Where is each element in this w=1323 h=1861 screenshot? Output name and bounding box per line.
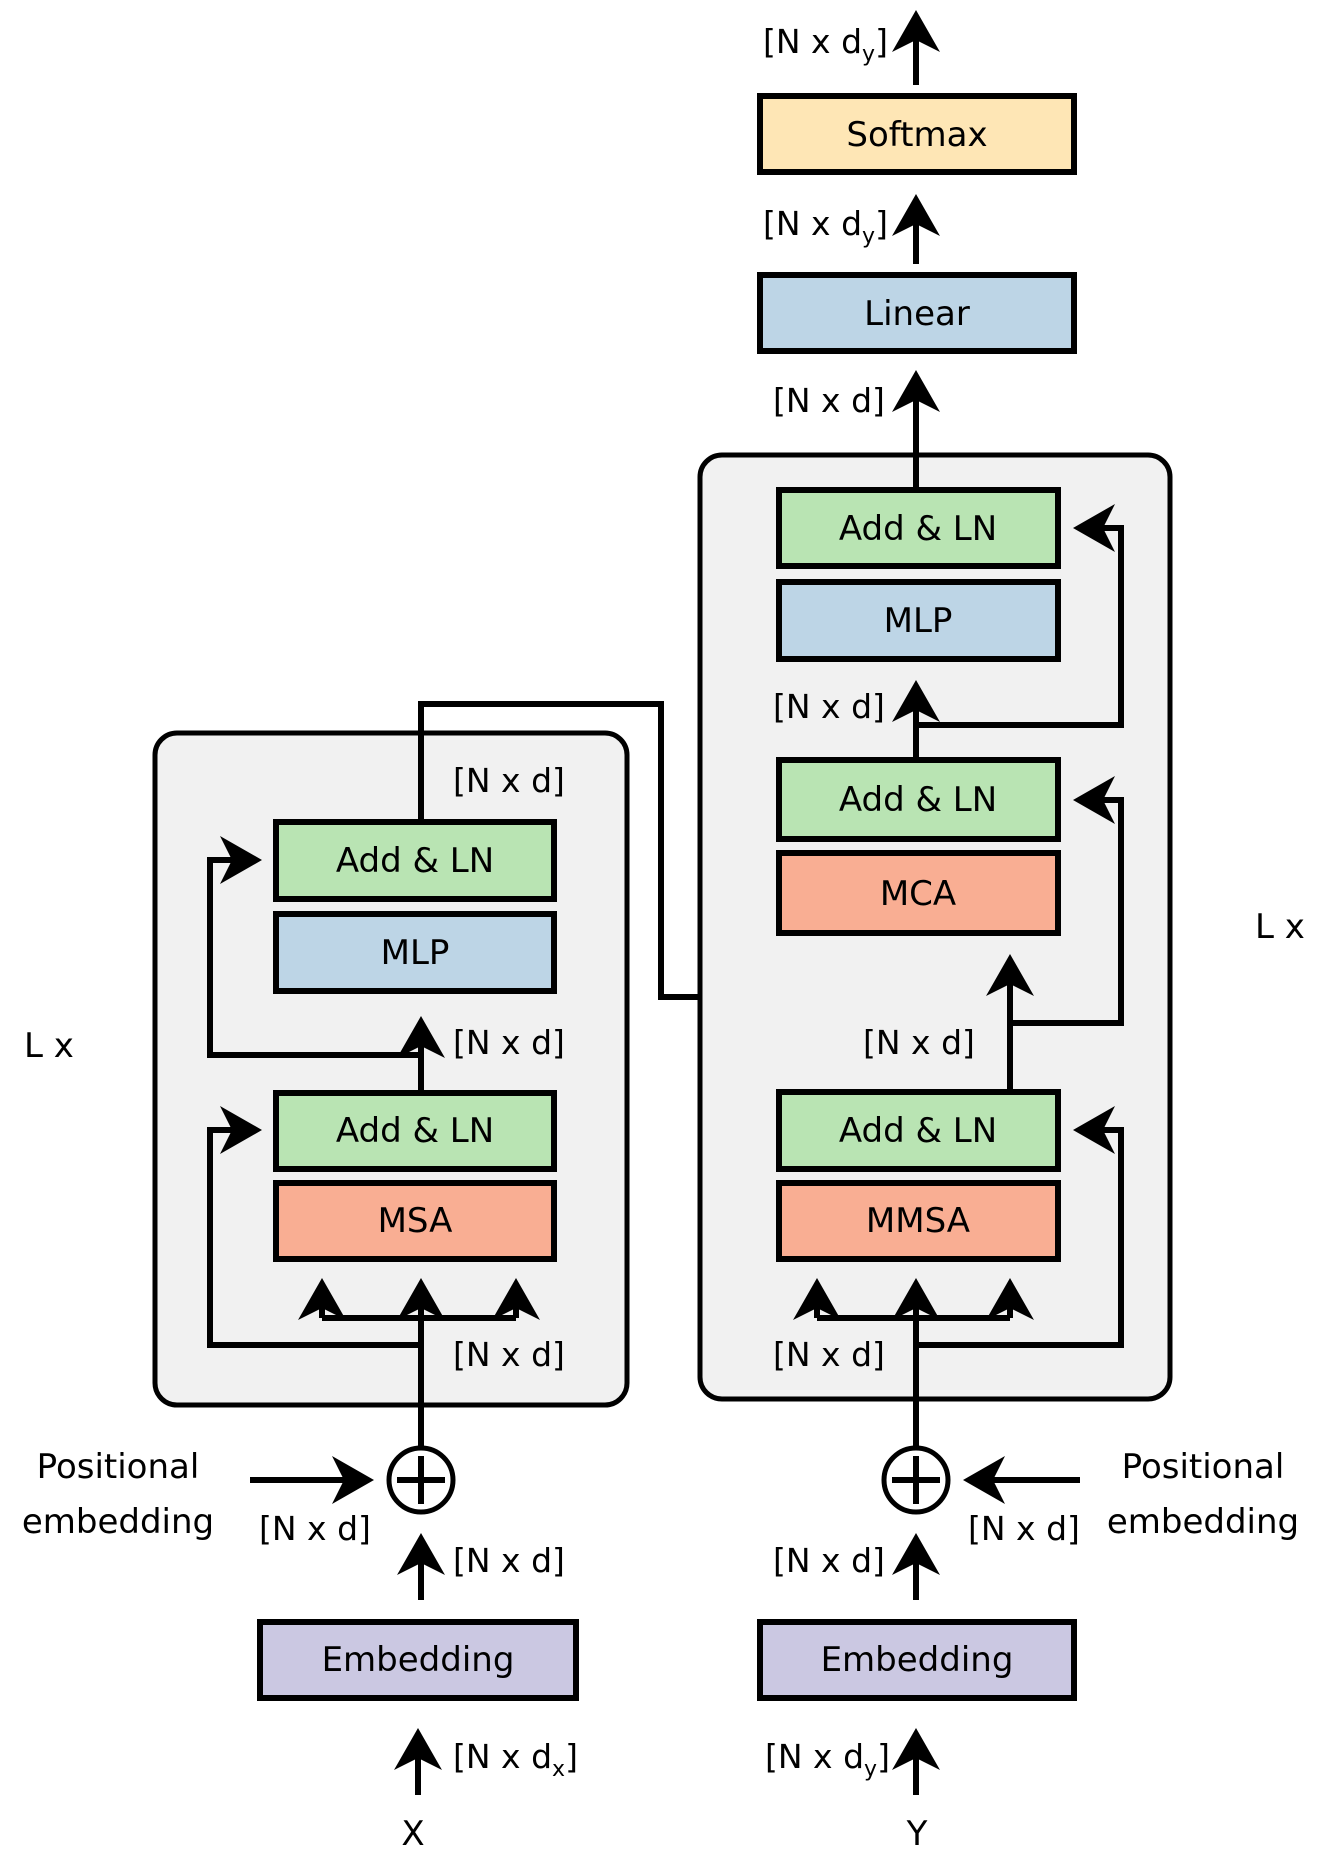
decoder-output-dim: [N x d] xyxy=(773,381,885,420)
decoder-add-positional-icon xyxy=(881,1445,951,1515)
encoder-positional-label-1: Positional xyxy=(37,1447,200,1487)
encoder-output-dim: [N x d] xyxy=(453,761,565,800)
decoder-repeat-label: L x xyxy=(1255,907,1305,947)
decoder-positional-label-2: embedding xyxy=(1107,1502,1299,1542)
encoder-input-label: X xyxy=(401,1814,424,1854)
decoder-add-ln-1-label: Add & LN xyxy=(839,1111,997,1151)
decoder-mlp-label: MLP xyxy=(884,601,953,641)
transformer-diagram: L x Add & LN MLP Add & LN MSA [N x d] [N… xyxy=(22,10,1305,1854)
decoder-mmsa-label: MMSA xyxy=(866,1201,970,1241)
encoder-positional-label-2: embedding xyxy=(22,1502,214,1542)
encoder-add-ln-1-label: Add & LN xyxy=(336,1111,494,1151)
linear-label: Linear xyxy=(864,294,970,334)
encoder-input-dim: [N x dx] xyxy=(453,1737,578,1782)
decoder-embedding-out-dim: [N x d] xyxy=(773,1541,885,1580)
encoder-positional-dim: [N x d] xyxy=(259,1509,371,1548)
encoder-mlp-label: MLP xyxy=(381,933,450,973)
softmax-label: Softmax xyxy=(846,115,987,155)
encoder-embedding-out-dim: [N x d] xyxy=(453,1541,565,1580)
decoder-input-label: Y xyxy=(906,1814,928,1854)
decoder-mlp-in-dim: [N x d] xyxy=(773,687,885,726)
encoder-mlp-in-dim: [N x d] xyxy=(453,1023,565,1062)
encoder-add-positional-icon xyxy=(386,1445,456,1515)
encoder-msa-label: MSA xyxy=(378,1201,453,1241)
decoder-add-ln-3-label: Add & LN xyxy=(839,509,997,549)
encoder-attn-in-dim: [N x d] xyxy=(453,1335,565,1374)
decoder-input-dim: [N x dy] xyxy=(765,1737,890,1782)
encoder-repeat-label: L x xyxy=(24,1026,74,1066)
decoder-positional-dim: [N x d] xyxy=(968,1509,1080,1548)
encoder-add-ln-2-label: Add & LN xyxy=(336,841,494,881)
linear-out-dim: [N x dy] xyxy=(763,204,888,249)
decoder-cross-in-dim: [N x d] xyxy=(863,1023,975,1062)
decoder-add-ln-2-label: Add & LN xyxy=(839,780,997,820)
decoder-attn-in-dim: [N x d] xyxy=(773,1335,885,1374)
encoder-embedding-label: Embedding xyxy=(322,1640,515,1680)
decoder-embedding-label: Embedding xyxy=(821,1640,1014,1680)
softmax-out-dim: [N x dy] xyxy=(763,22,888,67)
decoder-positional-label-1: Positional xyxy=(1122,1447,1285,1487)
decoder-mca-label: MCA xyxy=(880,874,956,914)
